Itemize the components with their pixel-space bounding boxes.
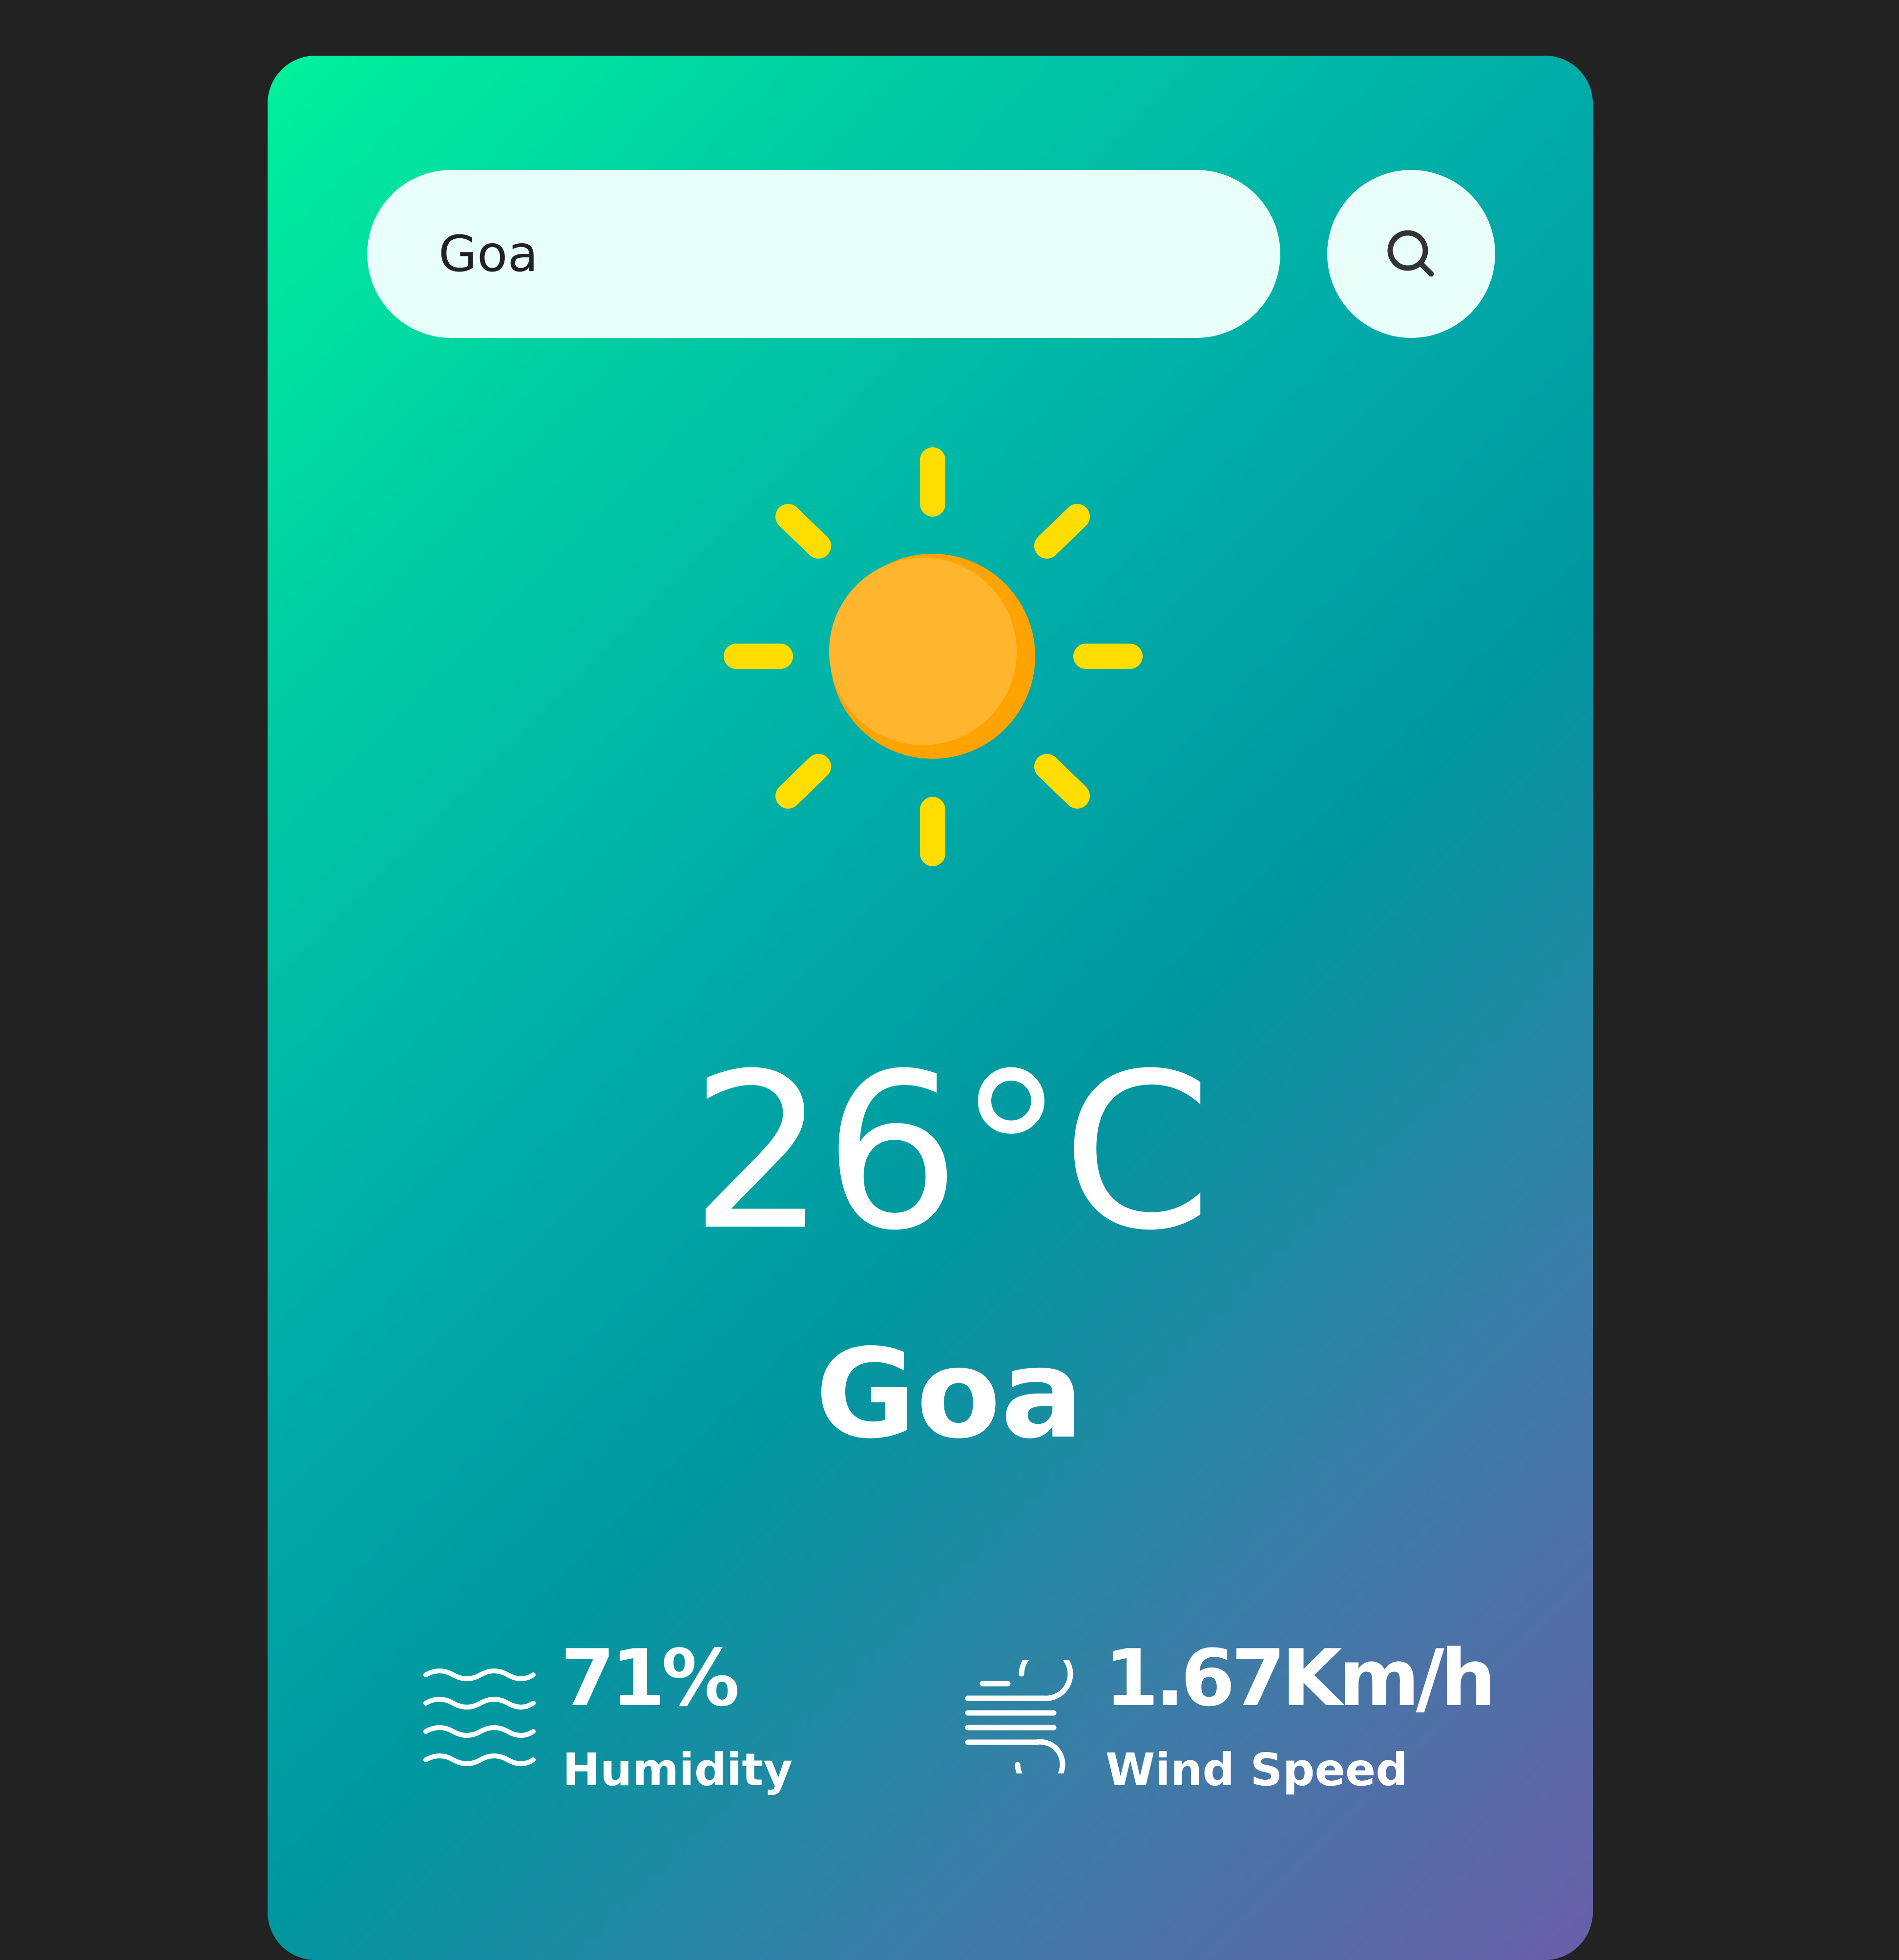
wind-speed-value: 1.67Km/h — [1105, 1632, 1496, 1724]
humidity-value: 71% — [561, 1632, 740, 1724]
temperature: 26°C — [689, 1027, 1212, 1277]
wind-speed-label: Wind Speed — [1106, 1744, 1408, 1796]
search-input[interactable] — [367, 170, 1280, 338]
sun-icon — [724, 447, 1143, 866]
city-name: Goa — [815, 1323, 1084, 1466]
humidity-icon — [423, 1668, 536, 1766]
wind-icon — [965, 1660, 1073, 1773]
search-icon — [1387, 230, 1434, 277]
humidity-label: Humidity — [563, 1744, 793, 1796]
search-button[interactable] — [1327, 170, 1495, 338]
